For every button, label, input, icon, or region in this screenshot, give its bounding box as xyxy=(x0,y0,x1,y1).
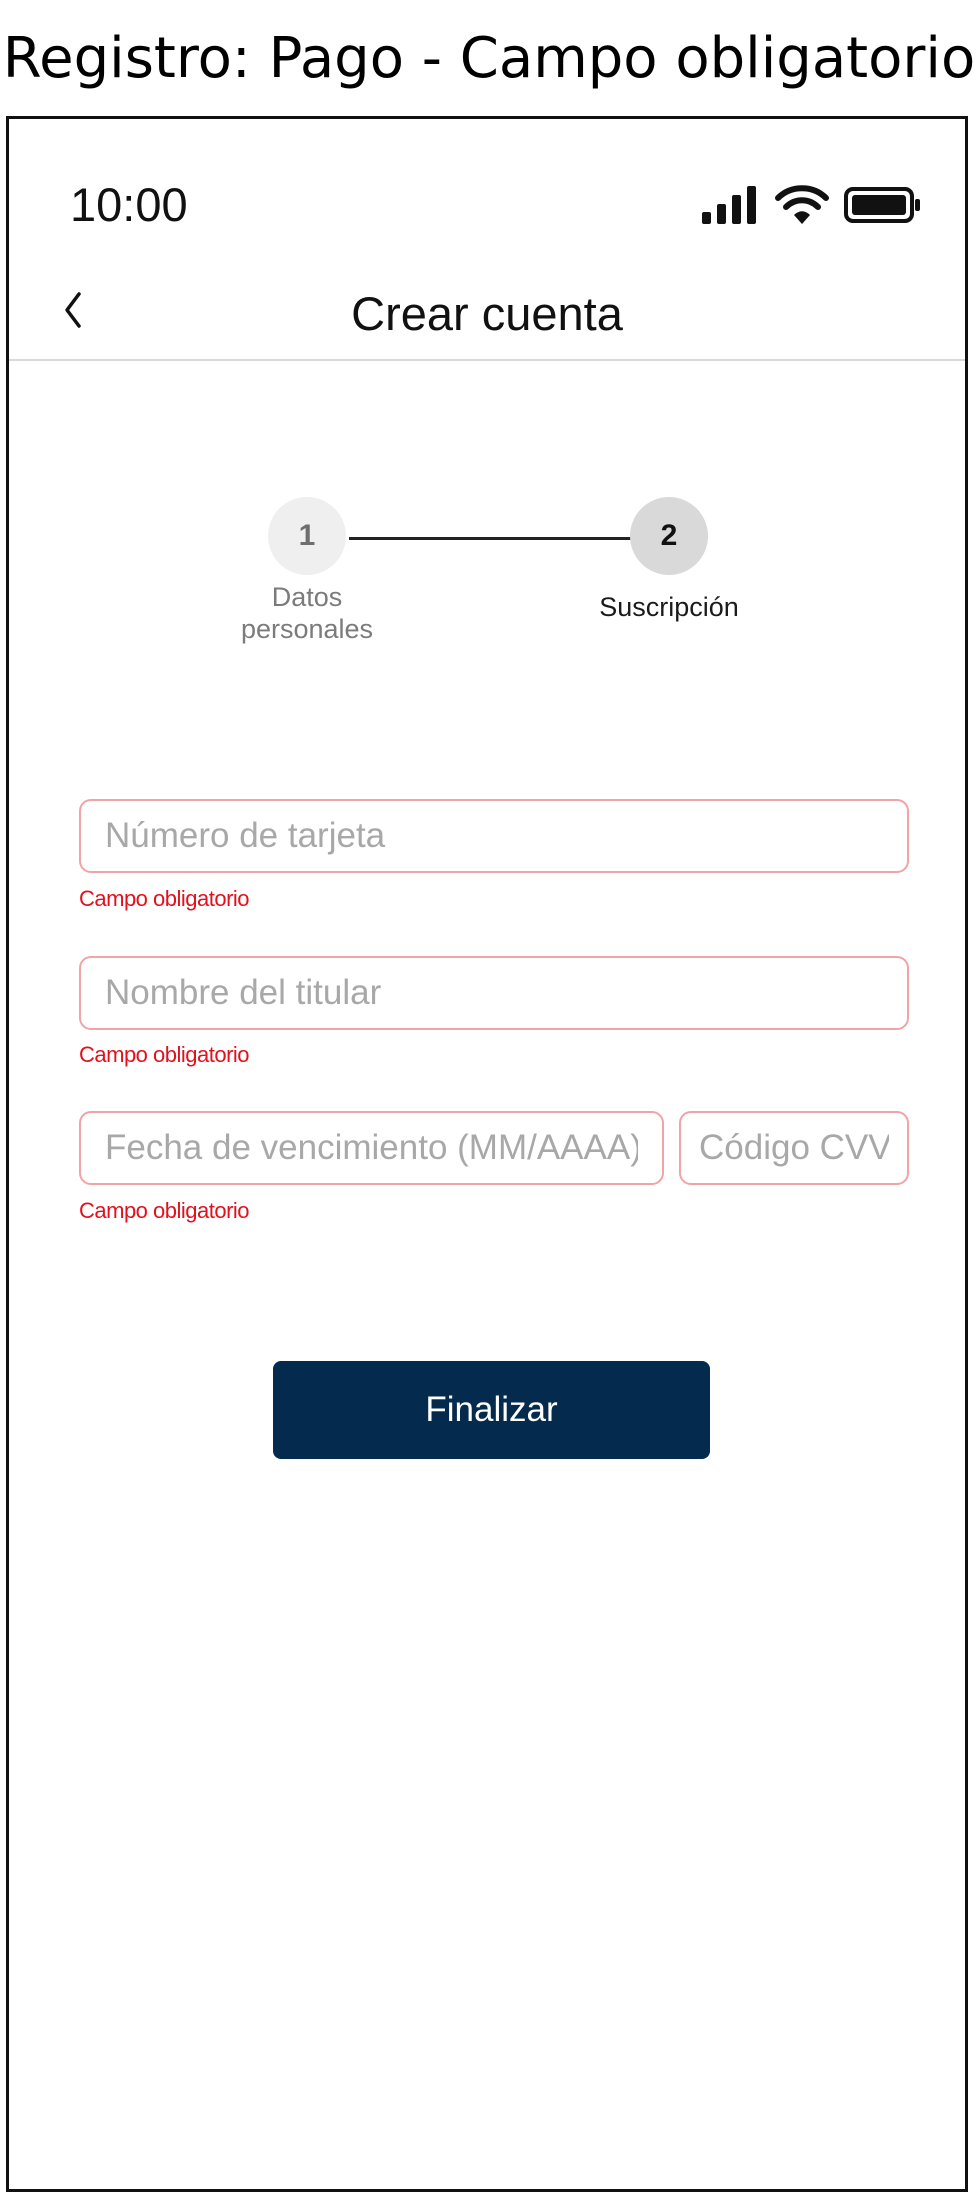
status-time: 10:00 xyxy=(70,178,188,231)
battery-icon xyxy=(844,187,920,223)
expiry-date-field xyxy=(79,1111,664,1185)
card-number-error: Campo obligatorio xyxy=(79,886,250,911)
step-suscripcion: 2 Suscripción xyxy=(569,489,769,623)
step-label: Suscripción xyxy=(599,592,739,622)
step-label: Datos personales xyxy=(240,582,374,644)
page-caption: Registro: Pago - Campo obligatorio xyxy=(2,26,976,91)
wifi-icon xyxy=(775,185,829,224)
page-title: Crear cuenta xyxy=(351,287,623,340)
step-number-badge: 1 xyxy=(268,497,346,575)
status-bar: 10:00 xyxy=(9,119,965,264)
step-datos-personales: 1 Datos personales xyxy=(207,489,407,645)
progress-stepper: 1 Datos personales 2 Suscripción xyxy=(9,489,965,659)
step-number-badge: 2 xyxy=(630,497,708,575)
nav-header: Crear cuenta xyxy=(9,264,965,361)
cvv-input[interactable] xyxy=(681,1113,907,1183)
holder-name-field xyxy=(79,956,909,1030)
cvv-field xyxy=(679,1111,909,1185)
finish-button[interactable]: Finalizar xyxy=(273,1361,710,1459)
expiry-date-input[interactable] xyxy=(81,1113,662,1183)
card-number-input[interactable] xyxy=(81,801,907,871)
status-icons xyxy=(700,182,925,228)
holder-name-error: Campo obligatorio xyxy=(79,1042,250,1067)
signal-icon xyxy=(702,186,756,224)
expiry-date-error: Campo obligatorio xyxy=(79,1198,250,1223)
card-number-field xyxy=(79,799,909,873)
phone-frame: 10:00 Crear cuenta 1 Datos personales 2 … xyxy=(6,116,968,2192)
holder-name-input[interactable] xyxy=(81,958,907,1028)
